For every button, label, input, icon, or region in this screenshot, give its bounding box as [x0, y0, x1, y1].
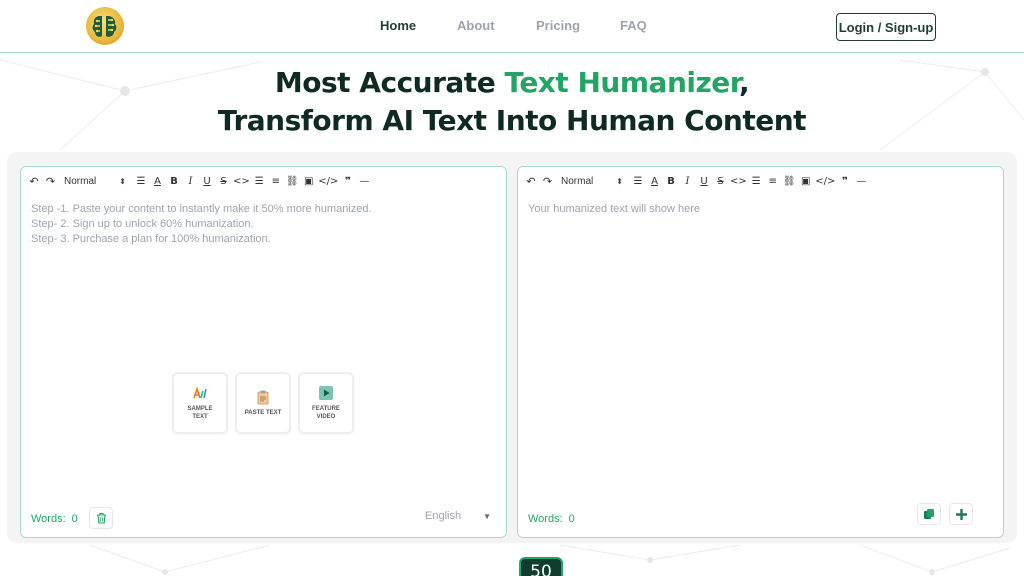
paste-text-button[interactable]: PASTE TEXT: [235, 372, 291, 434]
output-toolbar: ↶ ↷ Normal ⬍ ☰ A B I U S <> ☰ ≡ ⛓ ▣ </> ❞…: [524, 173, 871, 189]
step-1-text: Step -1. Paste your content to instantly…: [31, 203, 372, 215]
hero-title-line-1: Most Accurate Text Humanizer,: [274, 66, 750, 99]
site-header: Home About Pricing FAQ Login / Sign-up: [0, 0, 1024, 53]
output-actions: [917, 503, 973, 525]
play-icon: [319, 386, 333, 400]
underline-icon[interactable]: U: [200, 174, 214, 188]
strikethrough-icon[interactable]: S: [714, 174, 728, 188]
humanization-score-badge: 50: [519, 557, 563, 576]
text-color-icon[interactable]: A: [151, 174, 165, 188]
input-toolbar: ↶ ↷ Normal ⬍ ☰ A B I U S <> ☰ ≡ ⛓ ▣ </> ❞…: [27, 173, 374, 189]
input-word-count: Words: 0: [31, 513, 78, 525]
nav-faq[interactable]: FAQ: [620, 18, 647, 33]
code-inline-icon[interactable]: <>: [233, 174, 250, 188]
brand-logo[interactable]: [86, 7, 124, 45]
image-icon[interactable]: ▣: [302, 174, 316, 188]
italic-icon[interactable]: I: [184, 174, 198, 188]
strikethrough-icon[interactable]: S: [217, 174, 231, 188]
input-placeholder-steps[interactable]: Step -1. Paste your content to instantly…: [31, 202, 372, 247]
input-editor-panel[interactable]: ↶ ↷ Normal ⬍ ☰ A B I U S <> ☰ ≡ ⛓ ▣ </> ❞…: [20, 166, 507, 538]
image-icon[interactable]: ▣: [799, 174, 813, 188]
link-icon[interactable]: ⛓: [782, 174, 796, 188]
redo-icon[interactable]: ↷: [44, 174, 58, 188]
select-arrows-icon: ⬍: [119, 176, 126, 186]
copy-button[interactable]: [917, 503, 941, 525]
italic-icon[interactable]: I: [681, 174, 695, 188]
horizontal-rule-icon[interactable]: —: [854, 174, 868, 188]
align-icon[interactable]: ☰: [134, 174, 148, 188]
text-format-select[interactable]: Normal ⬍: [561, 174, 623, 188]
undo-icon[interactable]: ↶: [524, 174, 538, 188]
trash-icon: [96, 512, 106, 524]
copy-icon: [924, 509, 934, 519]
underline-icon[interactable]: U: [697, 174, 711, 188]
feature-video-button[interactable]: FEATURE VIDEO: [298, 372, 354, 434]
redo-icon[interactable]: ↷: [541, 174, 555, 188]
humanizer-editor-area: ↶ ↷ Normal ⬍ ☰ A B I U S <> ☰ ≡ ⛓ ▣ </> ❞…: [7, 152, 1017, 543]
output-editor-panel[interactable]: ↶ ↷ Normal ⬍ ☰ A B I U S <> ☰ ≡ ⛓ ▣ </> ❞…: [517, 166, 1004, 538]
undo-icon[interactable]: ↶: [27, 174, 41, 188]
blockquote-icon[interactable]: ❞: [341, 174, 355, 188]
code-inline-icon[interactable]: <>: [730, 174, 747, 188]
add-button[interactable]: [949, 503, 973, 525]
output-word-count: Words: 0: [528, 513, 575, 525]
bold-icon[interactable]: B: [664, 174, 678, 188]
login-signup-button[interactable]: Login / Sign-up: [836, 13, 936, 41]
output-placeholder: Your humanized text will show here: [528, 203, 701, 215]
nav-about[interactable]: About: [457, 18, 495, 33]
step-3-text: Step- 3. Purchase a plan for 100% humani…: [31, 233, 271, 245]
clipboard-icon: [257, 390, 269, 405]
bullet-list-icon[interactable]: ☰: [749, 174, 763, 188]
plus-icon: [955, 508, 967, 520]
bullet-list-icon[interactable]: ☰: [252, 174, 266, 188]
nav-pricing[interactable]: Pricing: [536, 18, 580, 33]
horizontal-rule-icon[interactable]: —: [357, 174, 371, 188]
language-select[interactable]: English ▼: [425, 510, 491, 522]
ordered-list-icon[interactable]: ≡: [766, 174, 780, 188]
text-format-select[interactable]: Normal ⬍: [64, 174, 126, 188]
brain-circuit-icon: [92, 16, 117, 37]
link-icon[interactable]: ⛓: [285, 174, 299, 188]
code-block-icon[interactable]: </>: [318, 174, 338, 188]
nav-home[interactable]: Home: [380, 18, 416, 33]
quick-action-buttons: SAMPLE TEXT PASTE TEXT FEATURE VIDEO: [172, 372, 354, 434]
clear-text-button[interactable]: [89, 507, 113, 529]
hero-accent-text: Text Humanizer: [504, 66, 739, 99]
text-color-icon[interactable]: A: [648, 174, 662, 188]
bold-icon[interactable]: B: [167, 174, 181, 188]
align-icon[interactable]: ☰: [631, 174, 645, 188]
chevron-down-icon: ▼: [483, 511, 491, 521]
ordered-list-icon[interactable]: ≡: [269, 174, 283, 188]
step-2-text: Step- 2. Sign up to unlock 60% humanizat…: [31, 218, 254, 230]
select-arrows-icon: ⬍: [616, 176, 623, 186]
code-block-icon[interactable]: </>: [815, 174, 835, 188]
sample-text-icon: [193, 386, 207, 399]
blockquote-icon[interactable]: ❞: [838, 174, 852, 188]
hero-heading: Most Accurate Text Humanizer, Transform …: [0, 64, 1024, 140]
hero-title-line-2: Transform AI Text Into Human Content: [217, 104, 807, 137]
sample-text-button[interactable]: SAMPLE TEXT: [172, 372, 228, 434]
